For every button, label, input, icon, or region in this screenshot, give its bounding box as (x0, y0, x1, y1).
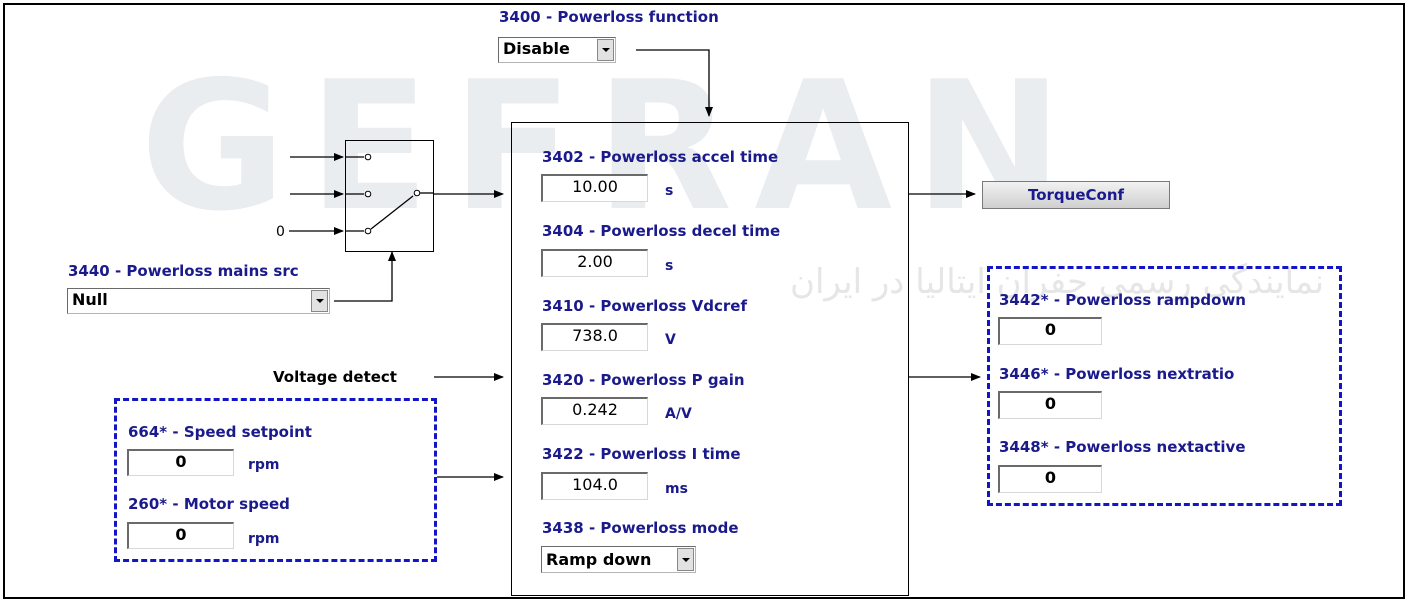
mode-label: 3438 - Powerloss mode (542, 519, 739, 537)
switch-input-zero: 0 (276, 224, 285, 240)
vdcref-label: 3410 - Powerloss Vdcref (542, 297, 748, 315)
p-gain-field[interactable]: 0.242 (541, 397, 648, 425)
decel-time-field[interactable]: 2.00 (541, 249, 648, 277)
accel-time-label: 3402 - Powerloss accel time (542, 148, 779, 166)
voltage-detect-label: Voltage detect (273, 368, 397, 386)
mains-src-label: 3440 - Powerloss mains src (68, 262, 299, 280)
i-time-unit: ms (665, 481, 688, 497)
mains-src-select[interactable]: Null (67, 288, 330, 314)
p-gain-unit: A/V (665, 406, 692, 422)
torque-conf-button[interactable]: TorqueConf (982, 181, 1170, 209)
speed-setpoint-label: 664* - Speed setpoint (128, 423, 312, 441)
vdcref-field[interactable]: 738.0 (541, 323, 648, 351)
function-select-value: Disable (503, 39, 570, 58)
chevron-down-icon[interactable] (677, 548, 694, 571)
chevron-down-icon[interactable] (597, 39, 614, 61)
rampdown-label: 3442* - Powerloss rampdown (999, 291, 1246, 309)
rampdown-field[interactable]: 0 (998, 317, 1102, 345)
p-gain-label: 3420 - Powerloss P gain (542, 371, 745, 389)
chevron-down-icon[interactable] (311, 290, 328, 312)
motor-speed-label: 260* - Motor speed (128, 495, 290, 513)
mode-select[interactable]: Ramp down (541, 546, 696, 573)
decel-time-unit: s (665, 258, 674, 274)
mode-select-value: Ramp down (546, 550, 652, 569)
motor-speed-unit: rpm (248, 531, 280, 547)
motor-speed-field[interactable]: 0 (127, 522, 234, 549)
i-time-label: 3422 - Powerloss I time (542, 445, 741, 463)
mains-src-select-value: Null (72, 290, 108, 309)
accel-time-field[interactable]: 10.00 (541, 174, 648, 202)
speed-setpoint-field[interactable]: 0 (127, 449, 234, 476)
decel-time-label: 3404 - Powerloss decel time (542, 222, 781, 240)
nextactive-field[interactable]: 0 (998, 465, 1102, 493)
nextactive-label: 3448* - Powerloss nextactive (999, 438, 1246, 456)
function-select[interactable]: Disable (498, 37, 616, 63)
function-label: 3400 - Powerloss function (499, 8, 719, 26)
accel-time-unit: s (665, 183, 674, 199)
nextratio-field[interactable]: 0 (998, 391, 1102, 419)
vdcref-unit: V (665, 332, 676, 348)
source-switch (345, 140, 434, 252)
speed-setpoint-unit: rpm (248, 457, 280, 473)
nextratio-label: 3446* - Powerloss nextratio (999, 365, 1235, 383)
i-time-field[interactable]: 104.0 (541, 472, 648, 500)
